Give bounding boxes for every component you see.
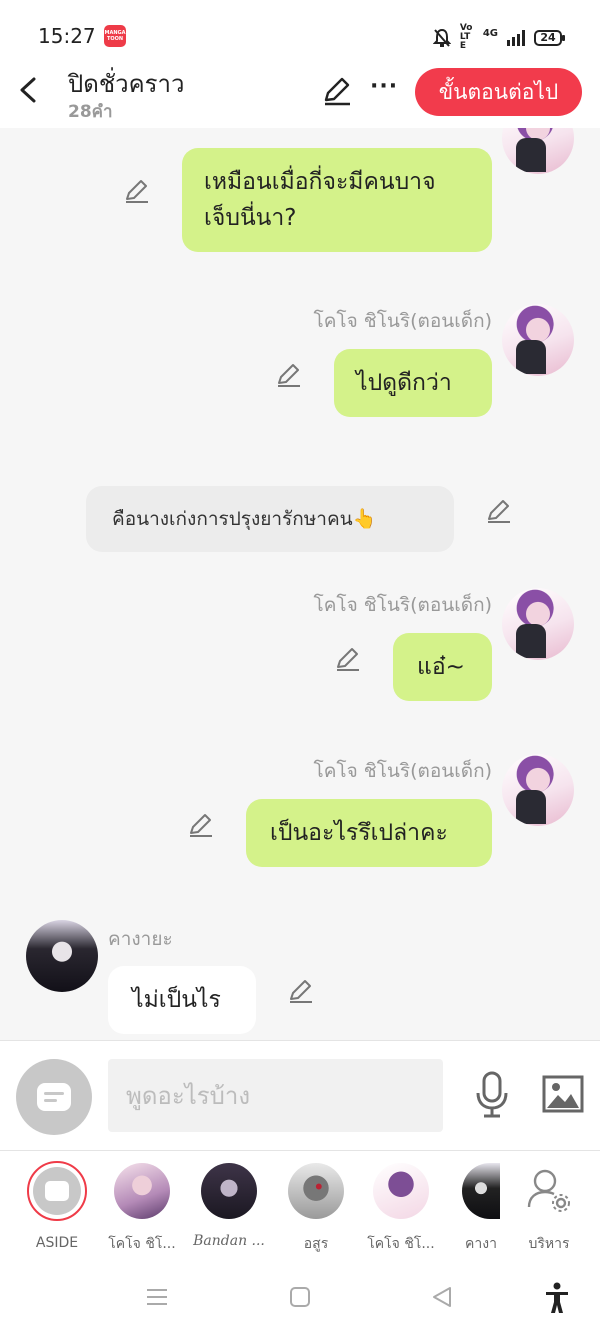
sender-name: โคโจ ชิโนริ(ตอนเด็ก) (313, 310, 493, 332)
edit-message-icon[interactable] (188, 812, 214, 838)
bell-off-icon (432, 28, 451, 47)
character-item[interactable]: Bandan ... (189, 1163, 269, 1249)
more-options-icon[interactable]: ··· (370, 74, 398, 99)
aside-toggle-button[interactable] (16, 1059, 92, 1135)
message-bubble[interactable]: แอ๋~ (393, 633, 492, 701)
aside-bubble[interactable]: คือนางเก่งการปรุงยารักษาคน👆 (86, 486, 454, 552)
avatar[interactable] (502, 128, 574, 174)
edit-message-icon[interactable] (288, 978, 314, 1004)
avatar[interactable] (502, 588, 574, 660)
back-icon[interactable] (430, 1285, 454, 1309)
microphone-icon[interactable] (474, 1071, 510, 1119)
character-item[interactable]: โคโจ ชิโ... (361, 1163, 441, 1255)
accessibility-icon[interactable] (544, 1282, 570, 1314)
home-icon[interactable] (289, 1286, 311, 1308)
message-input[interactable]: พูดอะไรบ้าง (108, 1059, 443, 1132)
network-type: 4G (482, 28, 498, 39)
volte-indicator: Vo LTE (459, 23, 473, 51)
character-label: ASIDE (35, 1235, 79, 1251)
sender-name: โคโจ ชิโนริ(ตอนเด็ก) (313, 760, 493, 782)
signal-icon (507, 29, 525, 46)
back-arrow-icon[interactable] (16, 76, 40, 104)
image-icon[interactable] (542, 1075, 584, 1113)
message-bubble[interactable]: เป็นอะไรรึเปล่าคะ (246, 799, 492, 867)
message-text-line: เหมือนเมื่อกี่จะมีคนบาจ (204, 169, 436, 195)
chat-header: ปิดชั่วคราว 28คำ ··· ขั้นตอนต่อไป (0, 62, 600, 128)
message-text-line: เจ็บนี่นา? (204, 205, 297, 231)
avatar (114, 1163, 170, 1219)
status-icons: Vo LTE 4G 24 (432, 23, 565, 51)
character-label: Bandan ... (193, 1233, 265, 1249)
input-bar: พูดอะไรบ้าง (0, 1040, 600, 1150)
avatar (373, 1163, 429, 1219)
avatar[interactable] (26, 920, 98, 992)
sender-name: คางายะ (108, 928, 173, 950)
menu-icon[interactable] (145, 1287, 169, 1307)
edit-message-icon[interactable] (124, 178, 150, 204)
mangatoon-app-icon: MANGA TOON (104, 25, 126, 47)
status-bar: 15:27 MANGA TOON Vo LTE 4G 24 (0, 0, 600, 62)
message-bubble[interactable]: ไปดูดีกว่า (334, 349, 492, 417)
avatar[interactable] (502, 304, 574, 376)
status-time: 15:27 (38, 24, 96, 48)
system-nav-bar (0, 1260, 600, 1333)
character-bar: ASIDE โคโจ ชิโ... Bandan ... อสูร โคโจ ช… (0, 1150, 600, 1260)
avatar (201, 1163, 257, 1219)
character-label: โคโจ ชิโ... (108, 1236, 176, 1252)
sender-name: โคโจ ชิโนริ(ตอนเด็ก) (313, 594, 493, 616)
manage-characters-button[interactable]: บริหาร (509, 1163, 589, 1255)
next-step-button[interactable]: ขั้นตอนต่อไป (415, 68, 582, 116)
user-settings-icon (527, 1169, 570, 1212)
edit-message-icon[interactable] (276, 362, 302, 388)
character-item[interactable]: โคโจ ชิโ... (102, 1163, 182, 1255)
message-bubble[interactable]: ไม่เป็นไร (108, 966, 256, 1034)
edit-title-icon[interactable] (322, 76, 352, 106)
avatar[interactable] (502, 754, 574, 826)
character-label: โคโจ ชิโ... (367, 1236, 435, 1252)
character-item[interactable]: อสูร (276, 1163, 356, 1255)
chat-area[interactable]: เหมือนเมื่อกี่จะมีคนบาจ เจ็บนี่นา? โคโจ … (0, 128, 600, 1040)
message-bubble[interactable]: เหมือนเมื่อกี่จะมีคนบาจ เจ็บนี่นา? (182, 148, 492, 252)
character-label: บริหาร (528, 1236, 570, 1252)
avatar (462, 1163, 500, 1219)
battery-icon: 24 (534, 29, 565, 46)
edit-message-icon[interactable] (335, 646, 361, 672)
aside-avatar (27, 1161, 87, 1221)
character-label: อสูร (303, 1236, 329, 1252)
message-icon (37, 1083, 71, 1111)
avatar (288, 1163, 344, 1219)
character-aside[interactable]: ASIDE (17, 1161, 97, 1251)
word-count: 28คำ (68, 102, 113, 122)
edit-message-icon[interactable] (486, 498, 512, 524)
